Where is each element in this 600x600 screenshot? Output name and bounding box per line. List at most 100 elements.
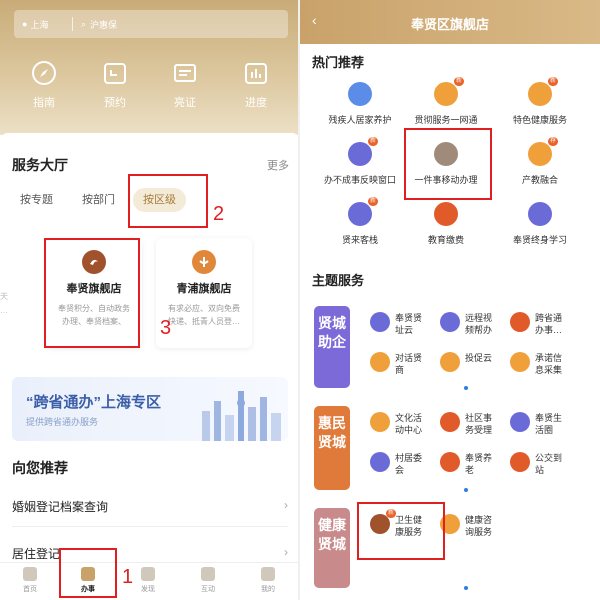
annotation-box-2 (128, 174, 208, 228)
hot-section-title: 热门推荐 (312, 55, 365, 70)
theme-service-item[interactable]: 跨省通 办事… (510, 312, 562, 336)
theme-service-item[interactable]: 村居委 会 (370, 452, 422, 476)
theme-service-item[interactable]: 奉贤养 老 (440, 452, 492, 476)
theme-service-label: 社区事 务受理 (465, 413, 493, 435)
theme-side-label[interactable]: 贤城助企 (314, 306, 350, 388)
service-icon (440, 412, 460, 432)
id-card-icon (170, 58, 200, 88)
quick-action-label: 亮证 (174, 97, 196, 109)
tab-discover[interactable]: 发现 (128, 567, 168, 594)
theme-service-item[interactable]: 健康咨 询服务 (440, 514, 492, 538)
search-bar[interactable]: ● 上海 ⌕ 沪惠保 (14, 10, 288, 38)
theme-service-item[interactable]: 奉贤贤 址云 (370, 312, 422, 336)
tab-home[interactable]: 首页 (10, 567, 50, 594)
new-badge: 新 (367, 197, 378, 206)
service-icon (440, 452, 460, 472)
tab-profile[interactable]: 我的 (248, 567, 288, 594)
theme-service-label: 奉贤养 老 (465, 453, 493, 475)
search-icon: ⌕ (81, 18, 87, 29)
theme-service-item[interactable]: 社区事 务受理 (440, 412, 492, 436)
service-icon: 荐 (528, 137, 558, 166)
banner-title: “跨省通办”上海专区 (26, 394, 162, 411)
recommend-title: 向您推荐 (12, 460, 68, 476)
new-badge: 新 (367, 137, 378, 146)
annotation-box-3 (44, 238, 140, 348)
hot-item[interactable]: 新贤来客栈 (320, 197, 400, 246)
hot-item-label: 贯彻服务一网通 (414, 115, 478, 125)
more-link[interactable]: 更多 (267, 157, 289, 173)
hot-item[interactable]: 奉贤终身学习 (500, 202, 580, 246)
heart-icon (201, 567, 215, 581)
theme-service-item[interactable]: 对话贤 商 (370, 352, 422, 376)
service-icon (510, 452, 530, 472)
pager-dot (464, 386, 468, 390)
cross-province-banner[interactable]: “跨省通办”上海专区 提供跨省通办服务 (12, 377, 288, 441)
service-icon (370, 452, 390, 472)
service-icon (510, 412, 530, 432)
theme-side-label[interactable]: 健康贤城 (314, 508, 350, 588)
theme-service-label: 跨省通 办事… (535, 313, 563, 335)
theme-service-item[interactable]: 文化活 动中心 (370, 412, 422, 436)
theme-service-label: 公交到 站 (535, 453, 563, 475)
quick-action-appointment[interactable]: 预约 (85, 58, 145, 110)
service-hall-screen: ● 上海 ⌕ 沪惠保 指南 预约 亮证 进度 服务大厅 更多 按专题 按部门 按… (0, 0, 300, 600)
theme-service-label: 文化活 动中心 (395, 413, 423, 435)
pager-dot (464, 488, 468, 492)
quick-action-label: 预约 (104, 97, 126, 109)
hot-item-label: 办不成事反映窗口 (323, 175, 396, 185)
fengxian-shop-screen: ‹ 奉贤区旗舰店 热门推荐 残疾人居家养护新贯彻服务一网通新特色健康服务新办不成… (300, 0, 600, 600)
theme-service-item[interactable]: 公交到 站 (510, 452, 562, 476)
service-icon (370, 412, 390, 432)
hot-item[interactable]: 新特色健康服务 (500, 77, 580, 126)
banner-subtitle: 提供跨省通办服务 (26, 417, 99, 427)
theme-service-label: 承诺信 息采集 (535, 353, 563, 375)
service-icon (510, 312, 530, 332)
quick-action-guide[interactable]: 指南 (14, 58, 74, 110)
service-icon (528, 202, 552, 226)
service-icon (510, 352, 530, 372)
theme-service-label: 村居委 会 (395, 453, 423, 475)
theme-service-item[interactable]: 奉贤生 活圈 (510, 412, 562, 436)
quick-action-show-id[interactable]: 亮证 (155, 58, 215, 110)
nav-bar: ‹ 奉贤区旗舰店 (300, 0, 600, 44)
new-badge: 新 (547, 77, 558, 86)
annotation-number-2: 2 (213, 203, 225, 225)
service-icon: 新 (348, 137, 378, 166)
location-pin-icon: ● (22, 19, 28, 29)
service-icon (370, 312, 390, 332)
quick-action-progress[interactable]: 进度 (226, 58, 286, 110)
tab-interact[interactable]: 互动 (188, 567, 228, 594)
list-item-label: 居住登记 (12, 547, 61, 561)
theme-side-label[interactable]: 惠民贤城 (314, 406, 350, 490)
hot-item[interactable]: 荐产教融合 (500, 137, 580, 186)
service-icon (370, 352, 390, 372)
tab-by-department[interactable]: 按部门 (82, 188, 115, 212)
search-placeholder: 沪惠保 (90, 19, 118, 30)
annotation-box-1 (59, 548, 117, 598)
hot-item[interactable]: 新贯彻服务一网通 (406, 77, 486, 126)
hot-item[interactable]: 残疾人居家养护 (320, 82, 400, 126)
new-badge: 新 (453, 77, 464, 86)
hot-item-label: 产教融合 (521, 175, 558, 185)
service-icon: 新 (528, 77, 558, 106)
qingpu-logo-icon (192, 250, 216, 274)
building-icon (141, 567, 155, 581)
list-item-marriage-archive[interactable]: 婚姻登记档案查询 › (12, 498, 288, 515)
hot-item-label: 教育缴费 (427, 235, 464, 245)
bottom-tab-bar: 首页 办事 发现 互动 我的 (0, 562, 300, 600)
hot-item[interactable]: 新办不成事反映窗口 (320, 137, 400, 186)
theme-service-item[interactable]: 远程视 频帮办 (440, 312, 492, 336)
quick-action-label: 指南 (33, 97, 55, 109)
service-icon: 新 (348, 197, 378, 226)
quick-action-label: 进度 (245, 97, 267, 109)
user-icon (261, 567, 275, 581)
list-item-residence[interactable]: 居住登记 › (12, 545, 288, 562)
annotation-number-1: 1 (122, 566, 134, 588)
theme-service-item[interactable]: 投促云 (440, 352, 492, 372)
location-selector[interactable]: ● 上海 (14, 18, 72, 31)
chevron-right-icon: › (284, 545, 288, 559)
theme-service-item[interactable]: 承诺信 息采集 (510, 352, 562, 376)
page-title: 奉贤区旗舰店 (410, 17, 489, 32)
hot-item[interactable]: 教育缴费 (406, 202, 486, 246)
tab-by-topic[interactable]: 按专题 (20, 188, 53, 212)
